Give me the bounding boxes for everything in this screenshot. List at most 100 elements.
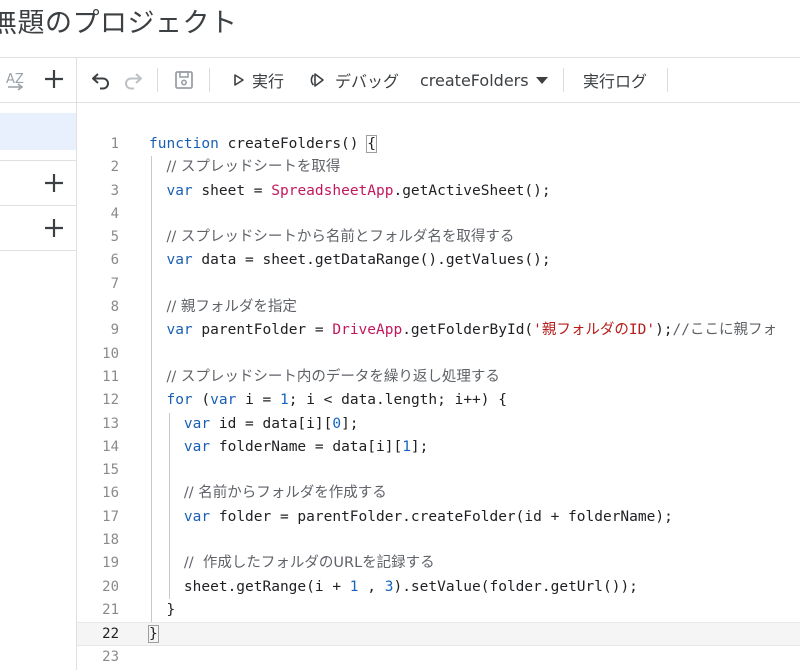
code-line[interactable]: 8 // 親フォルダを指定 <box>77 296 800 319</box>
code-token: function <box>149 136 219 152</box>
code-line[interactable]: 23 <box>77 646 800 669</box>
code-line[interactable]: 10 <box>77 343 800 366</box>
function-select[interactable]: createFolders <box>420 66 548 94</box>
code-line[interactable]: 19 // 作成したフォルダのURLを記録する <box>77 552 800 575</box>
code-token: ]; <box>341 415 359 432</box>
line-number: 15 <box>102 462 119 479</box>
code-line[interactable]: 20 sheet.getRange(i + 1 , 3).setValue(fo… <box>77 576 800 599</box>
undo-icon[interactable] <box>89 68 113 92</box>
sidebar-item-services[interactable] <box>0 206 76 251</box>
code-line[interactable]: 1 function createFolders() { <box>77 133 800 156</box>
line-number: 2 <box>110 159 119 176</box>
line-code: var parentFolder = DriveApp.getFolderByI… <box>149 319 777 342</box>
sort-az-icon[interactable]: AZ <box>3 66 31 94</box>
play-icon <box>234 74 244 86</box>
line-code: // 親フォルダを指定 <box>149 296 297 319</box>
code-line[interactable]: 4 <box>77 203 800 226</box>
line-code: var folder = parentFolder.createFolder(i… <box>149 506 673 529</box>
code-line[interactable]: 11 // スプレッドシート内のデータを繰り返し処理する <box>77 366 800 389</box>
code-line[interactable]: 22} <box>77 622 800 646</box>
line-code: // 作成したフォルダのURLを記録する <box>149 552 435 575</box>
code-token: for <box>166 392 193 409</box>
toolbar-divider <box>667 68 668 92</box>
line-number: 13 <box>102 415 119 432</box>
line-code: // 名前からフォルダを作成する <box>149 482 387 505</box>
sidebar-item-libraries[interactable] <box>0 160 76 206</box>
project-title[interactable]: 無題のプロジェクト <box>0 1 238 40</box>
code-token: 1 <box>402 438 411 455</box>
toolbar-divider <box>157 68 158 92</box>
code-token: var <box>166 322 193 339</box>
line-number: 16 <box>102 485 119 502</box>
line-code: var data = sheet.getDataRange().getValue… <box>149 249 551 272</box>
code-token: sheet = <box>192 182 272 199</box>
add-service-icon[interactable] <box>42 216 66 240</box>
code-line[interactable]: 9 var parentFolder = DriveApp.getFolderB… <box>77 319 800 342</box>
code-token: createFolders() <box>218 136 368 152</box>
run-label: 実行 <box>252 72 285 91</box>
line-number: 14 <box>102 438 119 455</box>
execution-log-button[interactable]: 実行ログ <box>583 66 647 94</box>
line-code: var sheet = SpreadsheetApp.getActiveShee… <box>149 180 550 203</box>
code-token: DriveApp <box>332 322 403 339</box>
line-code: } <box>149 599 175 622</box>
sidebar-header: AZ <box>0 58 76 103</box>
line-number: 5 <box>110 229 119 246</box>
code-token: // 名前からフォルダを作成する <box>183 485 387 502</box>
code-token: '親フォルダのID' <box>533 322 656 339</box>
line-number: 10 <box>102 345 119 362</box>
code-line[interactable]: 5 // スプレッドシートから名前とフォルダ名を取得する <box>77 226 800 249</box>
code-line[interactable]: 6 var data = sheet.getDataRange().getVal… <box>77 249 800 272</box>
code-line[interactable]: 3 var sheet = SpreadsheetApp.getActiveSh… <box>77 180 800 203</box>
code-token: // 親フォルダを指定 <box>166 299 297 316</box>
add-library-icon[interactable] <box>42 171 66 195</box>
code-token: var <box>183 508 211 525</box>
code-token: 1 <box>280 392 289 409</box>
line-number: 4 <box>110 205 119 222</box>
code-token: i = <box>236 392 280 409</box>
code-line[interactable]: 13 var id = data[i][0]; <box>77 413 800 436</box>
code-token: } <box>148 625 159 644</box>
line-code: function createFolders() { <box>149 133 377 156</box>
save-icon[interactable] <box>172 68 196 92</box>
code-token: { <box>366 135 377 153</box>
code-token: // 作成したフォルダのURLを記録する <box>183 555 435 572</box>
code-line[interactable]: 7 <box>77 273 800 296</box>
code-token: 1 <box>349 578 359 595</box>
code-line[interactable]: 17 var folder = parentFolder.createFolde… <box>77 506 800 529</box>
line-code: sheet.getRange(i + 1 , 3).setValue(folde… <box>149 576 638 599</box>
line-code: var folderName = data[i][1]; <box>149 436 428 459</box>
code-editor[interactable]: 1 function createFolders() {2 // スプレッドシート… <box>77 103 800 670</box>
line-number: 19 <box>102 555 119 572</box>
debug-button[interactable]: デバッグ <box>309 66 399 94</box>
code-line[interactable]: 18 <box>77 529 800 552</box>
line-number: 20 <box>102 578 119 595</box>
code-lines[interactable]: 1 function createFolders() {2 // スプレッドシート… <box>77 133 800 669</box>
code-line[interactable]: 16 // 名前からフォルダを作成する <box>77 482 800 505</box>
add-file-icon[interactable] <box>42 67 66 91</box>
line-number: 9 <box>110 322 119 339</box>
code-line[interactable]: 2 // スプレッドシートを取得 <box>77 156 800 179</box>
code-token: folderName = data[i][ <box>210 438 403 455</box>
line-number: 11 <box>102 368 119 385</box>
line-number: 12 <box>102 392 119 409</box>
code-line[interactable]: 12 for (var i = 1; i < data.length; i++)… <box>77 389 800 412</box>
code-line[interactable]: 15 <box>77 459 800 482</box>
indent-guide <box>168 412 170 599</box>
redo-icon[interactable] <box>121 68 145 92</box>
sidebar-item-selected-file[interactable] <box>0 113 76 150</box>
code-token: data = sheet.getDataRange().getValues(); <box>192 252 551 269</box>
line-code: // スプレッドシートを取得 <box>149 156 340 179</box>
line-code: for (var i = 1; i < data.length; i++) { <box>149 389 507 412</box>
code-token: ).setValue(folder.getUrl()); <box>393 578 638 595</box>
code-line[interactable]: 14 var folderName = data[i][1]; <box>77 436 800 459</box>
toolbar-divider <box>209 68 210 92</box>
editor-toolbar: 実行 デバッグ createFolders 実行ログ <box>77 58 800 103</box>
code-line[interactable]: 21 } <box>77 599 800 622</box>
run-button[interactable]: 実行 <box>232 66 284 94</box>
file-sidebar: AZ <box>0 58 77 670</box>
